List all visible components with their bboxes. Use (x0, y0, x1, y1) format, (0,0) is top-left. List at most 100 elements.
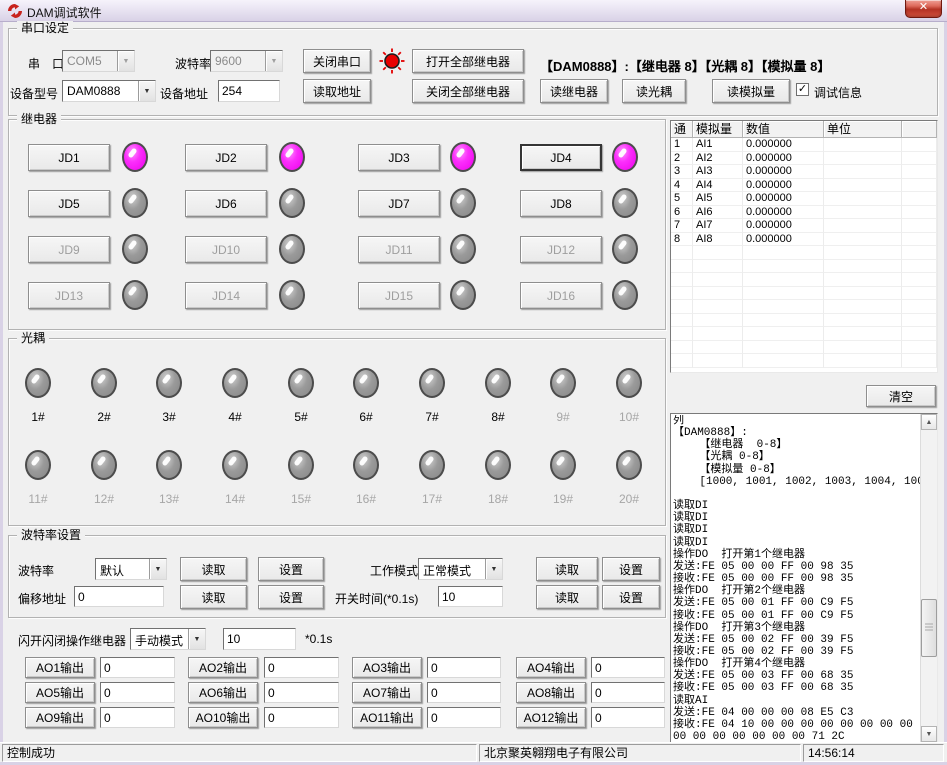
close-port-button[interactable]: 关闭串口 (303, 49, 371, 73)
port-status-led-icon (379, 48, 405, 74)
chevron-down-icon: ▼ (138, 81, 155, 101)
relay-button-jd1[interactable]: JD1 (28, 144, 110, 171)
relay-button-jd5[interactable]: JD5 (28, 190, 110, 217)
flash-time-input[interactable] (223, 628, 296, 650)
scroll-up-icon[interactable]: ▲ (921, 414, 937, 430)
relay-led-jd13 (122, 280, 148, 310)
relay-button-jd11: JD11 (358, 236, 440, 263)
ao12-output-input[interactable] (591, 707, 665, 728)
switch-read-button[interactable]: 读取 (536, 585, 598, 609)
port-value: COM5 (63, 51, 117, 71)
scroll-down-icon[interactable]: ▼ (921, 726, 937, 742)
ao3-output-button[interactable]: AO3输出 (352, 657, 422, 678)
scrollbar-thumb[interactable] (921, 599, 937, 657)
relay-button-jd8[interactable]: JD8 (520, 190, 602, 217)
flash-mode-value: 手动模式 (131, 629, 188, 649)
close-all-relays-button[interactable]: 关闭全部继电器 (412, 79, 524, 103)
flash-unit-label: *0.1s (305, 632, 332, 646)
address-input[interactable] (218, 80, 280, 102)
ao10-output-button[interactable]: AO10输出 (188, 707, 258, 728)
opto-led-10 (616, 368, 642, 398)
relay-led-jd10 (279, 234, 305, 264)
flash-relay-label: 闪开闪闭操作继电器 (18, 632, 126, 649)
ao7-output-button[interactable]: AO7输出 (352, 682, 422, 703)
table-empty-row (671, 341, 937, 355)
ao10-output-input[interactable] (264, 707, 339, 728)
table-empty-row (671, 273, 937, 287)
ao3-output-input[interactable] (427, 657, 501, 678)
model-label: 设备型号 (10, 85, 58, 102)
col-analog[interactable]: 模拟量 (693, 121, 743, 138)
read-analog-button[interactable]: 读模拟量 (712, 79, 790, 103)
flash-mode-select[interactable]: 手动模式 ▼ (130, 628, 206, 650)
chevron-down-icon: ▼ (188, 629, 205, 649)
model-select[interactable]: DAM0888 ▼ (62, 80, 156, 102)
switch-time-input[interactable] (438, 586, 503, 607)
baud-set-button[interactable]: 设置 (258, 557, 324, 581)
opto-label-9: 9# (541, 410, 585, 424)
opto-led-19 (550, 450, 576, 480)
ao8-output-input[interactable] (591, 682, 665, 703)
debug-info-checkbox[interactable]: ✓ (796, 83, 809, 96)
ao4-output-button[interactable]: AO4输出 (516, 657, 586, 678)
log-scrollbar[interactable]: ▲ ▼ (920, 414, 937, 742)
baud-set-select[interactable]: 默认 ▼ (95, 558, 167, 580)
log-box[interactable]: 列 【DAM0888】: 【继电器 0-8】 【光耦 0-8】 【模拟量 0-8… (670, 413, 938, 743)
ao2-output-input[interactable] (264, 657, 339, 678)
close-button[interactable]: ✕ (905, 0, 942, 18)
analog-table[interactable]: 通 模拟量 数值 单位 1AI10.000000 2AI20.000000 3A… (670, 120, 938, 373)
ao11-output-button[interactable]: AO11输出 (352, 707, 422, 728)
ao9-output-input[interactable] (100, 707, 175, 728)
col-unit[interactable]: 单位 (824, 121, 902, 138)
table-empty-row (671, 300, 937, 314)
read-address-button[interactable]: 读取地址 (303, 79, 371, 103)
ao7-output-input[interactable] (427, 682, 501, 703)
workmode-read-button[interactable]: 读取 (536, 557, 598, 581)
workmode-select[interactable]: 正常模式 ▼ (418, 558, 503, 580)
ao5-output-input[interactable] (100, 682, 175, 703)
opto-group-title: 光耦 (17, 331, 49, 346)
offset-read-button[interactable]: 读取 (180, 585, 247, 609)
read-opto-button[interactable]: 读光耦 (622, 79, 686, 103)
offset-set-button[interactable]: 设置 (258, 585, 324, 609)
switch-set-button[interactable]: 设置 (602, 585, 660, 609)
baudrate-label: 波特率 (175, 55, 211, 72)
opto-led-2 (91, 368, 117, 398)
offset-input[interactable] (74, 586, 164, 607)
window-border-left (0, 22, 3, 762)
relay-button-jd7[interactable]: JD7 (358, 190, 440, 217)
col-value[interactable]: 数值 (743, 121, 824, 138)
device-info-text: 【DAM0888】:【继电器 8】【光耦 8】【模拟量 8】 (540, 56, 830, 75)
ao6-output-input[interactable] (264, 682, 339, 703)
opto-led-11 (25, 450, 51, 480)
col-channel[interactable]: 通 (671, 121, 693, 138)
relay-button-jd4[interactable]: JD4 (520, 144, 602, 171)
workmode-set-button[interactable]: 设置 (602, 557, 660, 581)
clear-log-button[interactable]: 清空 (866, 385, 936, 407)
ao5-output-button[interactable]: AO5输出 (25, 682, 95, 703)
open-all-relays-button[interactable]: 打开全部继电器 (412, 49, 524, 73)
table-row: 5AI50.000000 (671, 192, 937, 206)
relay-button-jd6[interactable]: JD6 (185, 190, 267, 217)
relay-led-jd4 (612, 142, 638, 172)
relay-button-jd3[interactable]: JD3 (358, 144, 440, 171)
ao8-output-button[interactable]: AO8输出 (516, 682, 586, 703)
read-relay-button[interactable]: 读继电器 (540, 79, 608, 103)
ao1-output-button[interactable]: AO1输出 (25, 657, 95, 678)
baud-read-button[interactable]: 读取 (180, 557, 247, 581)
ao6-output-button[interactable]: AO6输出 (188, 682, 258, 703)
ao12-output-button[interactable]: AO12输出 (516, 707, 586, 728)
ao9-output-button[interactable]: AO9输出 (25, 707, 95, 728)
relay-button-jd2[interactable]: JD2 (185, 144, 267, 171)
title-bar[interactable]: DAM调试软件 ✕ (0, 0, 947, 22)
ao2-output-button[interactable]: AO2输出 (188, 657, 258, 678)
ao1-output-input[interactable] (100, 657, 175, 678)
opto-led-20 (616, 450, 642, 480)
table-empty-row (671, 354, 937, 368)
log-text[interactable]: 列 【DAM0888】: 【继电器 0-8】 【光耦 0-8】 【模拟量 0-8… (673, 415, 921, 741)
ao4-output-input[interactable] (591, 657, 665, 678)
ao11-output-input[interactable] (427, 707, 501, 728)
opto-label-14: 14# (213, 492, 257, 506)
col-extra[interactable] (902, 121, 937, 138)
switch-time-label: 开关时间(*0.1s) (335, 590, 418, 607)
